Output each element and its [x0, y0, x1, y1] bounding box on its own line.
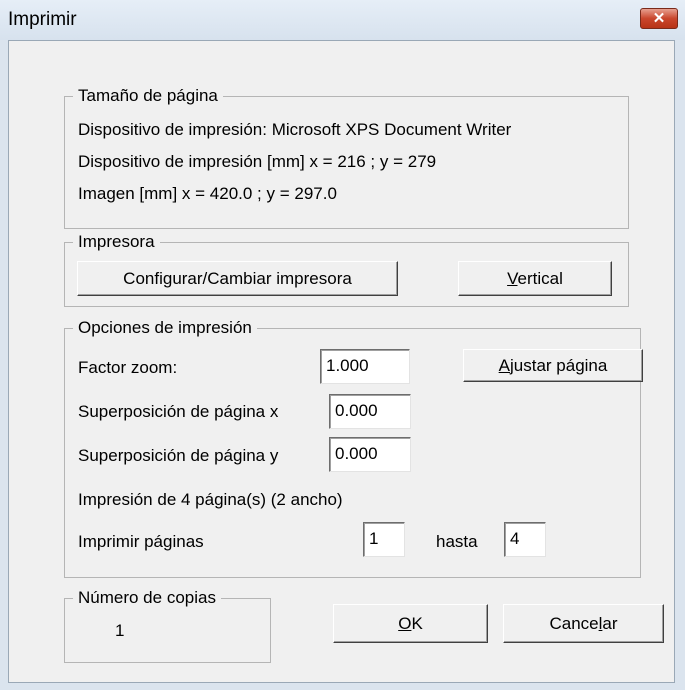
cancel-label-end: ar — [602, 614, 618, 633]
ok-accel: O — [398, 614, 412, 633]
window-title: Imprimir — [8, 9, 77, 30]
copies-legend: Número de copias — [73, 588, 221, 608]
zoom-label: Factor zoom: — [78, 358, 178, 377]
print-options-group: Opciones de impresión Factor zoom: 1.000… — [64, 318, 643, 578]
to-label: hasta — [436, 532, 478, 551]
close-icon: ✕ — [652, 10, 666, 27]
fit-page-button[interactable]: Ajustar página — [463, 349, 643, 382]
ok-button[interactable]: OK — [333, 604, 488, 643]
overlap-x-label: Superposición de página x — [78, 402, 279, 421]
print-device-mm-text: Dispositivo de impresión [mm] x = 216 ; … — [78, 152, 437, 171]
page-size-legend: Tamaño de página — [73, 86, 223, 106]
cancel-button[interactable]: Cancelar — [503, 604, 664, 643]
printer-legend: Impresora — [73, 232, 160, 252]
image-mm-text: Imagen [mm] x = 420.0 ; y = 297.0 — [78, 184, 337, 203]
orientation-accel: V — [507, 269, 518, 288]
pages-info-text: Impresión de 4 página(s) (2 ancho) — [78, 490, 343, 509]
printer-group: Impresora Configurar/Cambiar impresora V… — [64, 232, 629, 307]
configure-printer-label: Configurar/Cambiar impresora — [123, 269, 352, 288]
orientation-button[interactable]: Vertical — [458, 261, 612, 296]
page-size-group: Tamaño de página Dispositivo de impresió… — [64, 86, 629, 229]
orientation-label: ertical — [517, 269, 563, 288]
cancel-label-start: Cance — [549, 614, 599, 633]
fit-page-label: justar página — [510, 356, 608, 375]
overlap-x-input[interactable]: 0.000 — [329, 394, 411, 429]
overlap-y-input[interactable]: 0.000 — [329, 437, 411, 472]
print-device-text: Dispositivo de impresión: Microsoft XPS … — [78, 120, 512, 139]
copies-group: Número de copias 1 — [64, 588, 271, 663]
to-page-input[interactable]: 4 — [504, 522, 546, 557]
configure-printer-button[interactable]: Configurar/Cambiar impresora — [77, 261, 398, 296]
zoom-input[interactable]: 1.000 — [320, 349, 410, 384]
print-pages-label: Imprimir páginas — [78, 532, 204, 551]
title-bar[interactable]: Imprimir ✕ — [0, 0, 685, 40]
fit-page-accel: A — [498, 356, 510, 375]
from-page-input[interactable]: 1 — [363, 522, 405, 557]
copies-value[interactable]: 1 — [115, 621, 124, 641]
ok-label: K — [411, 614, 423, 633]
print-dialog-window: Imprimir ✕ Tamaño de página Dispositivo … — [0, 0, 685, 690]
close-button[interactable]: ✕ — [640, 8, 678, 29]
print-options-legend: Opciones de impresión — [73, 318, 257, 338]
overlap-y-label: Superposición de página y — [78, 446, 279, 465]
dialog-body: Tamaño de página Dispositivo de impresió… — [8, 40, 675, 683]
